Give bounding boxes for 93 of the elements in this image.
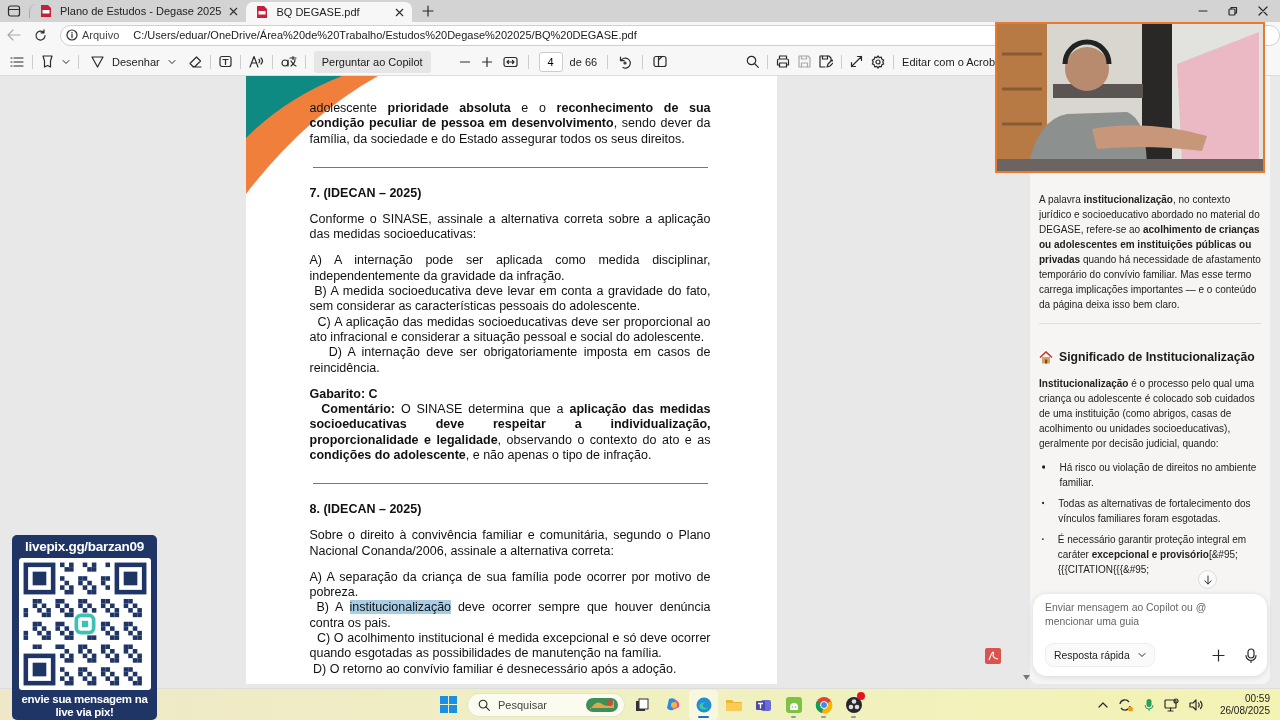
chevron-up-icon[interactable] <box>1097 701 1108 708</box>
edit-with-acrobat-link[interactable]: Editar com o Acrob <box>902 55 995 68</box>
search-icon[interactable] <box>746 55 760 68</box>
save-as-icon[interactable] <box>819 55 834 68</box>
start-icon[interactable] <box>440 696 457 713</box>
zoom-in-icon[interactable] <box>480 55 493 68</box>
running-indicator <box>851 715 856 718</box>
document-paragraph: C) A aplicação das medidas socioeducativas deve ser proporcional ao ato infracional e considerar a situação pessoal e social do adolescente. <box>309 314 711 346</box>
network-icon[interactable] <box>1163 697 1179 712</box>
search-highlight-icon <box>586 697 618 712</box>
pdf-file-icon <box>40 4 52 18</box>
browser-tab[interactable]: Plano de Estudos - Degase 2025 <box>29 4 247 18</box>
document-paragraph: Conforme o SINASE, assinale a alternativa correta sobre a aplicação das medidas socioeducativas: <box>309 211 711 243</box>
rotate-icon[interactable] <box>618 54 633 69</box>
running-indicator <box>698 715 709 718</box>
notification-dot <box>857 691 865 700</box>
response-mode-dropdown[interactable]: Resposta rápida <box>1045 643 1155 667</box>
pdf-file-icon <box>256 5 269 19</box>
fullscreen-icon[interactable] <box>850 55 864 68</box>
question-heading: 8. (IDECAN – 2025) <box>309 502 423 518</box>
document-paragraph: A) A separação da criança de sua família pode ocorrer por motivo de pobreza. <box>309 569 711 601</box>
add-icon[interactable] <box>1212 648 1225 662</box>
search-field[interactable]: Pesquisar <box>498 698 578 711</box>
text-box-icon[interactable] <box>218 55 232 68</box>
overlay-link-text: livepix.gg/barzan09 <box>25 539 144 554</box>
close-icon[interactable] <box>229 6 239 16</box>
message-composer[interactable]: Enviar mensagem ao Copilot ou @ mencionar uma guia Resposta rápida <box>1033 594 1267 676</box>
list-item-text: Todas as alternativas de fortalecimento dos vínculos familiares foram esgotadas. <box>1058 497 1252 526</box>
bullet-icon <box>1042 501 1045 505</box>
document-paragraph: Comentário: O SINASE determina que a aplicação das medidas socioeducativas deve respeitar a individualização, proporcionalidade e legalidade, observando o contexto do ato e as condições do adolescente, e não apenas o tipo de infração. <box>309 401 711 464</box>
chrome-icon <box>814 695 833 714</box>
question-heading: Gabarito: C <box>309 386 379 402</box>
translate-icon[interactable] <box>280 55 297 68</box>
arrow-down-icon <box>1203 574 1212 585</box>
scroll-down-button[interactable] <box>1198 570 1217 589</box>
caret-icon[interactable] <box>62 58 70 65</box>
running-indicator <box>791 715 796 718</box>
site-info-label[interactable]: Arquivo <box>82 29 120 41</box>
android-app-icon <box>784 695 803 714</box>
page-count: de 66 <box>569 55 598 68</box>
list-item-text: Há risco ou violação de direitos no ambiente familiar. <box>1059 461 1258 490</box>
answer-paragraph: A palavra institucionalização, no contexto jurídico e socioeducativo abordado no material do DEGASE, refere-se ao acolhimento de crianças ou adolescentes em instituições públicas ou privadas quando há necessidade de afastamento temporário do convívio familiar. Mas esse termo carrega implicações importantes — e o conteúdo da página deixa isso bem claro. <box>1039 193 1261 312</box>
restore-icon[interactable] <box>1228 6 1238 16</box>
task-view-icon[interactable] <box>635 697 649 712</box>
reload-icon[interactable] <box>34 28 47 42</box>
fit-width-icon[interactable] <box>502 55 518 68</box>
search-icon <box>478 698 490 711</box>
browser-tab[interactable]: BQ DEGASE.pdf <box>246 2 413 22</box>
pdf-app-icon[interactable] <box>985 648 1001 664</box>
caret-icon <box>1137 652 1146 658</box>
list-item-text: É necessário garantir proteção integral em caráter excepcional e provisório[&#95; {{{CITATION{{{&#95; <box>1057 532 1248 577</box>
document-paragraph: D) O retorno ao convívio familiar é desnecessário após a adoção. <box>312 661 678 677</box>
pen-icon <box>91 55 104 68</box>
house-icon <box>1039 351 1053 364</box>
close-icon[interactable] <box>1258 6 1268 16</box>
page-number-field[interactable]: 4 <box>538 51 563 72</box>
document-paragraph: B) A institucionalização deve ocorrer sempre que houver denúncia contra os pais. <box>309 600 711 631</box>
record-app-icon <box>844 695 863 714</box>
document-paragraph: D) A internação deve ser obrigatoriamente imposta em casos de reincidência. <box>309 345 711 376</box>
bullet-icon <box>1042 465 1046 469</box>
clock-time[interactable]: 00:59 <box>1244 692 1270 705</box>
eraser-icon[interactable] <box>187 55 202 68</box>
document-paragraph: C) O acolhimento institucional é medida excepcional e só deve ocorrer quando esgotadas as possibilidades de manutenção na família. <box>309 630 711 662</box>
message-field[interactable]: Enviar mensagem ao Copilot ou @ mencionar uma guia <box>1045 601 1257 633</box>
settings-icon[interactable] <box>871 54 886 69</box>
clock-date[interactable]: 26/08/2025 <box>1219 704 1270 717</box>
question-heading: 7. (IDECAN – 2025) <box>309 186 423 202</box>
ask-copilot-button[interactable]: Perguntar ao Copilot <box>313 50 431 73</box>
close-icon[interactable] <box>395 7 405 17</box>
new-tab-icon[interactable] <box>422 5 435 17</box>
tab-actions-icon[interactable] <box>7 4 21 18</box>
taskbar-search-box[interactable]: Pesquisar <box>467 692 625 717</box>
caret-icon <box>167 58 176 65</box>
draw-button[interactable]: Desenhar <box>87 55 180 68</box>
section-heading: Significado de Institucionalização <box>1059 350 1255 365</box>
contents-icon[interactable] <box>10 55 24 68</box>
highlighter-icon[interactable] <box>41 55 54 68</box>
scroll-down-arrow-icon[interactable] <box>1022 675 1030 680</box>
read-aloud-icon[interactable] <box>248 55 264 68</box>
url-text: C:/Users/eduar/OneDrive/Área%20de%20Trabalho/Estudos%20Degase%202025/BQ%20DEGASE.pdf <box>133 29 637 41</box>
document-paragraph: B) A medida socioeducativa deve levar em conta a gravidade do fato, sem considerar as características pessoais do adolescente. <box>309 283 711 315</box>
info-icon[interactable] <box>66 29 78 41</box>
document-paragraph: Sobre o direito à convivência familiar e comunitária, segundo o Plano Nacional Conanda/2006, assinale a alternativa correta: <box>309 528 711 559</box>
browser-icon <box>694 695 713 714</box>
document-paragraph: A) A internação pode ser aplicada como medida disciplinar, independentemente da gravidade da infração. <box>309 253 711 284</box>
speaker-icon[interactable] <box>1188 698 1204 711</box>
running-indicator <box>821 715 826 718</box>
print-icon[interactable] <box>776 55 791 68</box>
overlay-caption: envie sua mensagem na live via pix! <box>20 693 149 719</box>
page-view-icon[interactable] <box>653 55 668 68</box>
microphone-icon[interactable] <box>1245 647 1257 663</box>
answer-paragraph: Institucionalização é o processo pelo qual uma criança ou adolescente é colocado sob cuidados de uma instituição (como abrigos, casas de acolhimento ou unidades socioeducativas), geralmente por decisão judicial, quando: <box>1039 377 1256 451</box>
sync-icon[interactable] <box>1117 697 1134 712</box>
